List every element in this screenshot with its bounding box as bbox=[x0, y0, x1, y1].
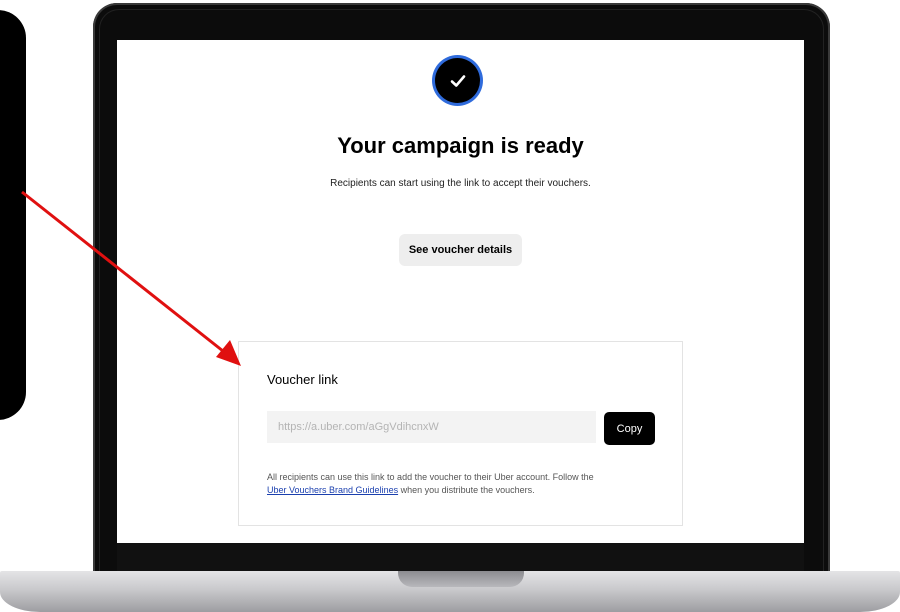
copy-button[interactable]: Copy bbox=[604, 412, 655, 445]
dark-side-panel bbox=[0, 10, 26, 420]
laptop-notch bbox=[398, 571, 524, 587]
note-text-end: when you distribute the vouchers. bbox=[398, 485, 535, 495]
laptop-screen: Your campaign is ready Recipients can st… bbox=[117, 40, 804, 543]
note-text: All recipients can use this link to add … bbox=[267, 472, 594, 482]
page-title: Your campaign is ready bbox=[337, 133, 584, 158]
voucher-link-card: Voucher link https://a.uber.com/aGgVdihc… bbox=[238, 341, 683, 526]
voucher-link-field[interactable]: https://a.uber.com/aGgVdihcnxW bbox=[267, 411, 596, 443]
voucher-link-note: All recipients can use this link to add … bbox=[267, 471, 667, 497]
brand-guidelines-link[interactable]: Uber Vouchers Brand Guidelines bbox=[267, 485, 398, 495]
page-subtitle: Recipients can start using the link to a… bbox=[330, 178, 591, 189]
voucher-link-heading: Voucher link bbox=[267, 372, 338, 387]
checkmark-icon bbox=[435, 58, 480, 103]
see-voucher-details-button[interactable]: See voucher details bbox=[399, 234, 522, 266]
